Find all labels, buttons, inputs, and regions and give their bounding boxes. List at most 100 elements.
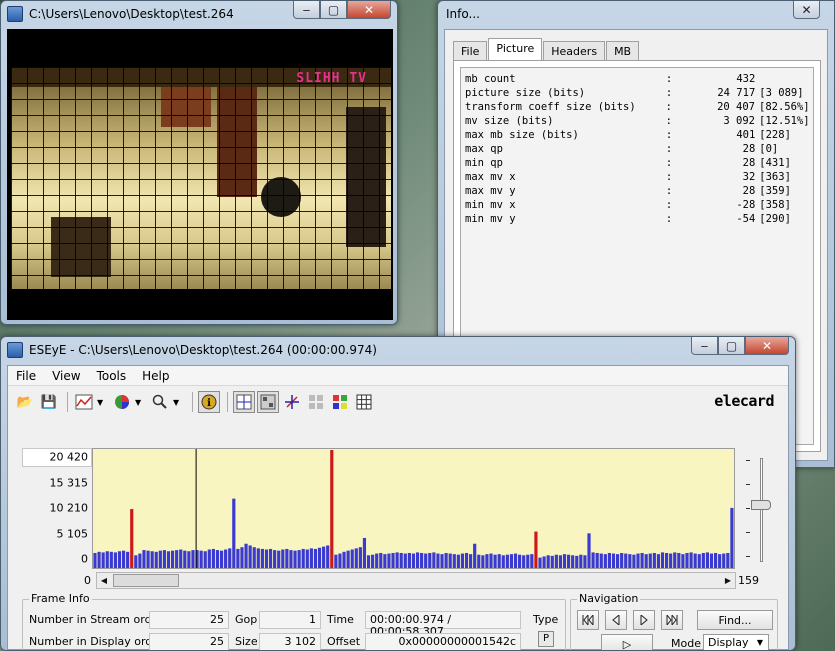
p-frame-bar[interactable] [669,553,673,568]
p-frame-bar[interactable] [105,551,109,568]
p-frame-bar[interactable] [383,554,387,568]
p-frame-bar[interactable] [730,507,734,568]
menu-file[interactable]: File [8,369,44,383]
p-frame-bar[interactable] [726,552,730,568]
p-frame-bar[interactable] [718,554,722,568]
motion-vector-icon[interactable] [281,391,303,413]
p-frame-bar[interactable] [456,554,460,568]
macroblock-icon[interactable] [305,391,327,413]
p-frame-bar[interactable] [183,550,187,568]
p-frame-bar[interactable] [346,550,350,568]
p-frame-bar[interactable] [448,553,452,568]
p-frame-bar[interactable] [673,552,677,568]
p-frame-bar[interactable] [685,552,689,568]
p-frame-bar[interactable] [477,554,481,568]
p-frame-bar[interactable] [481,555,485,568]
p-frame-bar[interactable] [607,552,612,568]
line-view-icon[interactable] [233,391,255,413]
p-frame-bar[interactable] [538,557,542,568]
p-frame-bar[interactable] [652,552,656,568]
p-frame-bar[interactable] [203,551,207,568]
p-frame-bar[interactable] [587,533,591,568]
p-frame-bar[interactable] [616,554,620,568]
p-frame-bar[interactable] [170,550,175,568]
p-frame-bar[interactable] [191,550,195,568]
p-frame-bar[interactable] [513,553,518,568]
p-frame-bar[interactable] [395,552,399,568]
grid-view-icon[interactable] [257,391,279,413]
p-frame-bar[interactable] [232,498,236,568]
p-frame-bar[interactable] [693,553,697,568]
p-frame-bar[interactable] [256,548,260,568]
p-frame-bar[interactable] [277,550,281,568]
p-frame-bar[interactable] [121,550,126,568]
p-frame-bar[interactable] [415,552,420,568]
p-frame-bar[interactable] [575,555,579,568]
p-frame-bar[interactable] [273,550,277,568]
p-frame-bar[interactable] [387,553,391,568]
menu-help[interactable]: Help [134,369,177,383]
p-frame-bar[interactable] [399,552,403,568]
p-frame-bar[interactable] [350,549,354,568]
p-frame-bar[interactable] [452,554,456,568]
p-frame-bar[interactable] [444,552,448,568]
tab-headers[interactable]: Headers [543,41,606,61]
p-frame-bar[interactable] [567,554,571,568]
p-frame-bar[interactable] [366,555,371,568]
p-frame-bar[interactable] [509,554,514,568]
mb-type-icon[interactable] [329,391,351,413]
tab-file[interactable]: File [453,41,488,61]
chevron-down-icon[interactable]: ▼ [135,398,145,407]
p-frame-bar[interactable] [297,550,301,568]
p-frame-bar[interactable] [342,551,346,568]
p-frame-bar[interactable] [464,552,469,568]
p-frame-bar[interactable] [554,554,558,568]
p-frame-bar[interactable] [489,553,493,568]
magnifier-icon[interactable] [149,391,171,413]
p-frame-bar[interactable] [550,555,554,568]
p-frame-bar[interactable] [420,552,424,568]
p-frame-bar[interactable] [260,548,264,568]
p-frame-bar[interactable] [391,552,395,568]
save-icon[interactable]: 💾 [38,391,60,413]
tab-picture[interactable]: Picture [488,38,543,61]
close-button[interactable]: ✕ [347,1,391,19]
p-frame-bar[interactable] [154,551,158,568]
next-frame-button[interactable] [633,610,655,630]
p-frame-bar[interactable] [428,552,432,568]
frame-size-chart[interactable] [92,448,735,569]
p-frame-bar[interactable] [219,550,224,568]
p-frame-bar[interactable] [620,552,624,568]
graph-icon[interactable] [73,391,95,413]
i-frame-bar[interactable] [534,531,538,568]
p-frame-bar[interactable] [624,553,628,568]
p-frame-bar[interactable] [701,552,705,568]
p-frame-bar[interactable] [371,554,375,568]
p-frame-bar[interactable] [211,548,215,568]
menu-tools[interactable]: Tools [89,369,135,383]
p-frame-bar[interactable] [305,549,309,568]
p-frame-bar[interactable] [485,554,489,568]
p-frame-bar[interactable] [501,555,505,568]
p-frame-bar[interactable] [252,547,256,568]
maximize-button[interactable]: ▢ [718,337,745,355]
p-frame-bar[interactable] [579,554,583,568]
p-frame-bar[interactable] [705,552,709,568]
p-frame-bar[interactable] [109,551,113,568]
p-frame-bar[interactable] [473,543,477,568]
p-frame-bar[interactable] [375,553,379,568]
p-frame-bar[interactable] [469,554,473,568]
p-frame-bar[interactable] [248,545,252,568]
slider-thumb[interactable] [751,500,771,510]
p-frame-bar[interactable] [215,550,220,568]
p-frame-bar[interactable] [497,554,501,568]
p-frame-bar[interactable] [93,552,97,568]
p-frame-bar[interactable] [117,551,122,568]
p-frame-bar[interactable] [611,553,616,568]
close-button[interactable]: ✕ [745,337,789,355]
p-frame-bar[interactable] [317,547,322,568]
p-frame-bar[interactable] [134,555,138,568]
p-frame-bar[interactable] [358,547,362,568]
p-frame-bar[interactable] [595,552,599,568]
minimize-button[interactable]: ‒ [293,1,320,19]
